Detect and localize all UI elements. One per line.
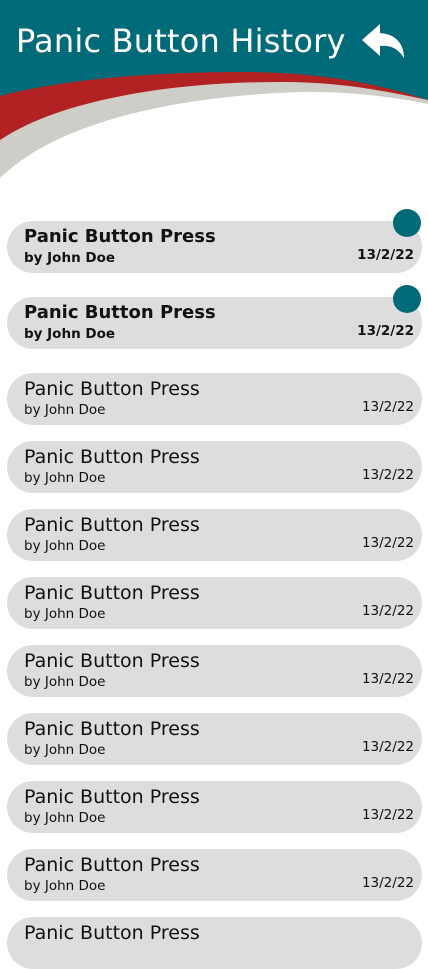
item-date: 13/2/22 [361,535,414,551]
item-title: Panic Button Press [24,378,200,400]
list-item[interactable]: Panic Button Press by John Doe 13/2/22 [7,509,422,561]
list-item[interactable]: Panic Button Press by John Doe 13/2/22 [7,645,422,697]
item-author: by John Doe [24,470,106,486]
item-author: by John Doe [24,538,106,554]
item-title: Panic Button Press [24,718,200,740]
item-title: Panic Button Press [24,582,200,604]
item-author: by John Doe [24,878,106,894]
item-author: by John Doe [24,326,116,342]
item-date: 13/2/22 [361,739,414,755]
item-title: Panic Button Press [24,786,200,808]
item-date: 13/2/22 [361,807,414,823]
item-title: Panic Button Press [24,650,200,672]
item-author: by John Doe [24,810,106,826]
item-author: by John Doe [24,674,106,690]
unread-indicator [393,209,421,237]
back-button[interactable] [360,22,408,62]
unread-indicator [393,285,421,313]
item-title: Panic Button Press [24,854,200,876]
list-item[interactable]: Panic Button Press by John Doe 13/2/22 [7,781,422,833]
item-date: 13/2/22 [361,603,414,619]
list-item[interactable]: Panic Button Press by John Doe 13/2/22 [7,441,422,493]
item-title: Panic Button Press [24,302,216,323]
header: Panic Button History [0,0,428,200]
item-date: 13/2/22 [357,323,414,339]
list-item[interactable]: Panic Button Press by John Doe 13/2/22 [7,285,422,349]
item-date: 13/2/22 [361,467,414,483]
item-author: by John Doe [24,606,106,622]
list-item[interactable]: Panic Button Press by John Doe 13/2/22 [7,577,422,629]
item-date: 13/2/22 [357,247,414,263]
item-author: by John Doe [24,250,116,266]
reply-arrow-icon [362,24,404,58]
item-author: by John Doe [24,402,106,418]
item-date: 13/2/22 [361,399,414,415]
list-item[interactable]: Panic Button Press [7,917,422,969]
item-title: Panic Button Press [24,514,200,536]
item-title: Panic Button Press [24,446,200,468]
list-item[interactable]: Panic Button Press by John Doe 13/2/22 [7,209,422,273]
item-date: 13/2/22 [361,671,414,687]
item-title: Panic Button Press [24,922,200,944]
item-date: 13/2/22 [361,875,414,891]
list-item[interactable]: Panic Button Press by John Doe 13/2/22 [7,713,422,765]
list-item[interactable]: Panic Button Press by John Doe 13/2/22 [7,849,422,901]
item-title: Panic Button Press [24,226,216,247]
page-title: Panic Button History [16,22,346,60]
item-author: by John Doe [24,742,106,758]
list-item[interactable]: Panic Button Press by John Doe 13/2/22 [7,373,422,425]
